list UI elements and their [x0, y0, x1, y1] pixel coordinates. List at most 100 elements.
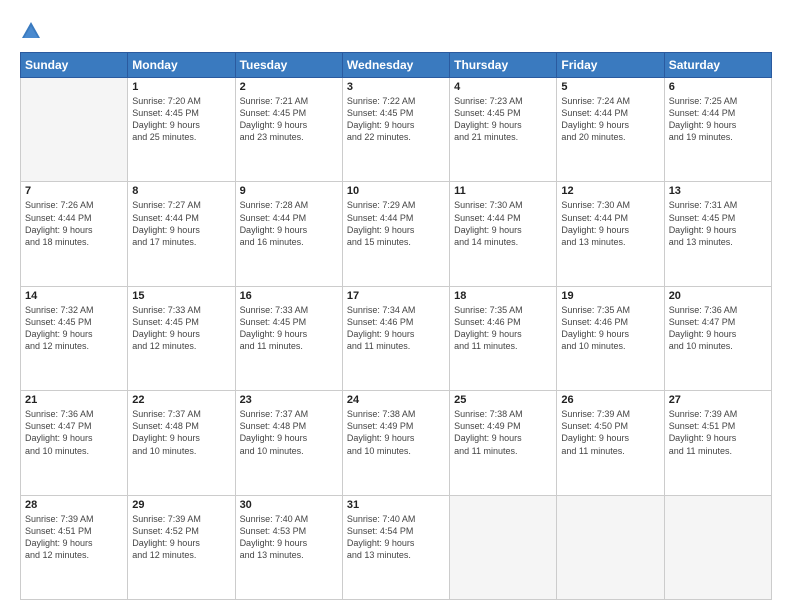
calendar-day-cell: 28 Sunrise: 7:39 AMSunset: 4:51 PMDayligh…	[21, 495, 128, 599]
day-number: 10	[347, 185, 445, 197]
day-number: 5	[561, 81, 659, 93]
day-info: Sunrise: 7:20 AMSunset: 4:45 PMDaylight:…	[132, 95, 230, 144]
day-number: 17	[347, 290, 445, 302]
calendar-day-cell: 10Sunrise: 7:29 AMSunset: 4:44 PMDayligh…	[342, 182, 449, 286]
calendar-week-row: 28 Sunrise: 7:39 AMSunset: 4:51 PMDayligh…	[21, 495, 772, 599]
day-number: 18	[454, 290, 552, 302]
day-number: 6	[669, 81, 767, 93]
calendar-week-row: 14 Sunrise: 7:32 AMSunset: 4:45 PMDayligh…	[21, 286, 772, 390]
day-number: 22	[132, 394, 230, 406]
day-info: Sunrise: 7:40 AMSunset: 4:54 PMDaylight:…	[347, 513, 445, 562]
day-number: 19	[561, 290, 659, 302]
day-number: 2	[240, 81, 338, 93]
day-number: 8	[132, 185, 230, 197]
header	[20, 18, 772, 42]
calendar-day-header: Tuesday	[235, 53, 342, 78]
day-number: 4	[454, 81, 552, 93]
day-info: Sunrise: 7:37 AMSunset: 4:48 PMDaylight:…	[240, 408, 338, 457]
calendar-day-cell: 19Sunrise: 7:35 AMSunset: 4:46 PMDayligh…	[557, 286, 664, 390]
day-info: Sunrise: 7:35 AMSunset: 4:46 PMDaylight:…	[454, 304, 552, 353]
calendar-day-cell: 24 Sunrise: 7:38 AMSunset: 4:49 PMDayligh…	[342, 391, 449, 495]
calendar-day-header: Sunday	[21, 53, 128, 78]
day-number: 30	[240, 499, 338, 511]
day-number: 27	[669, 394, 767, 406]
day-info: Sunrise: 7:26 AMSunset: 4:44 PMDaylight:…	[25, 199, 123, 248]
calendar-day-cell: 5 Sunrise: 7:24 AMSunset: 4:44 PMDaylight…	[557, 78, 664, 182]
calendar-day-header: Saturday	[664, 53, 771, 78]
calendar-day-cell: 7Sunrise: 7:26 AMSunset: 4:44 PMDaylight…	[21, 182, 128, 286]
calendar-week-row: 21 Sunrise: 7:36 AMSunset: 4:47 PMDayligh…	[21, 391, 772, 495]
calendar-day-header: Monday	[128, 53, 235, 78]
day-info: Sunrise: 7:33 AMSunset: 4:45 PMDaylight:…	[240, 304, 338, 353]
calendar-table: SundayMondayTuesdayWednesdayThursdayFrid…	[20, 52, 772, 600]
calendar-day-header: Wednesday	[342, 53, 449, 78]
calendar-day-cell: 16 Sunrise: 7:33 AMSunset: 4:45 PMDayligh…	[235, 286, 342, 390]
calendar-day-cell: 27 Sunrise: 7:39 AMSunset: 4:51 PMDayligh…	[664, 391, 771, 495]
day-number: 29	[132, 499, 230, 511]
day-number: 14	[25, 290, 123, 302]
day-number: 15	[132, 290, 230, 302]
day-info: Sunrise: 7:21 AMSunset: 4:45 PMDaylight:…	[240, 95, 338, 144]
day-info: Sunrise: 7:36 AMSunset: 4:47 PMDaylight:…	[25, 408, 123, 457]
logo	[20, 18, 46, 42]
day-info: Sunrise: 7:39 AMSunset: 4:51 PMDaylight:…	[669, 408, 767, 457]
calendar-day-cell: 14 Sunrise: 7:32 AMSunset: 4:45 PMDayligh…	[21, 286, 128, 390]
calendar-day-cell: 20Sunrise: 7:36 AMSunset: 4:47 PMDayligh…	[664, 286, 771, 390]
calendar-day-cell: 25 Sunrise: 7:38 AMSunset: 4:49 PMDayligh…	[450, 391, 557, 495]
day-info: Sunrise: 7:31 AMSunset: 4:45 PMDaylight:…	[669, 199, 767, 248]
calendar-day-cell	[557, 495, 664, 599]
calendar-week-row: 7Sunrise: 7:26 AMSunset: 4:44 PMDaylight…	[21, 182, 772, 286]
calendar-day-cell: 11 Sunrise: 7:30 AMSunset: 4:44 PMDayligh…	[450, 182, 557, 286]
calendar-day-cell: 22 Sunrise: 7:37 AMSunset: 4:48 PMDayligh…	[128, 391, 235, 495]
day-info: Sunrise: 7:39 AMSunset: 4:50 PMDaylight:…	[561, 408, 659, 457]
calendar-day-cell	[21, 78, 128, 182]
day-number: 31	[347, 499, 445, 511]
logo-icon	[20, 20, 42, 42]
day-number: 20	[669, 290, 767, 302]
calendar-day-cell: 23 Sunrise: 7:37 AMSunset: 4:48 PMDayligh…	[235, 391, 342, 495]
calendar-day-cell: 21 Sunrise: 7:36 AMSunset: 4:47 PMDayligh…	[21, 391, 128, 495]
day-info: Sunrise: 7:38 AMSunset: 4:49 PMDaylight:…	[454, 408, 552, 457]
day-number: 3	[347, 81, 445, 93]
calendar-day-cell: 9 Sunrise: 7:28 AMSunset: 4:44 PMDaylight…	[235, 182, 342, 286]
calendar-day-cell: 6 Sunrise: 7:25 AMSunset: 4:44 PMDaylight…	[664, 78, 771, 182]
calendar-day-cell: 17Sunrise: 7:34 AMSunset: 4:46 PMDayligh…	[342, 286, 449, 390]
calendar-header-row: SundayMondayTuesdayWednesdayThursdayFrid…	[21, 53, 772, 78]
calendar-day-cell: 26 Sunrise: 7:39 AMSunset: 4:50 PMDayligh…	[557, 391, 664, 495]
calendar-day-cell	[664, 495, 771, 599]
day-number: 24	[347, 394, 445, 406]
day-number: 28	[25, 499, 123, 511]
calendar-day-cell: 31 Sunrise: 7:40 AMSunset: 4:54 PMDayligh…	[342, 495, 449, 599]
calendar-day-cell: 18 Sunrise: 7:35 AMSunset: 4:46 PMDayligh…	[450, 286, 557, 390]
calendar-day-header: Thursday	[450, 53, 557, 78]
calendar-day-cell: 4Sunrise: 7:23 AMSunset: 4:45 PMDaylight…	[450, 78, 557, 182]
day-number: 13	[669, 185, 767, 197]
calendar-day-cell: 1 Sunrise: 7:20 AMSunset: 4:45 PMDaylight…	[128, 78, 235, 182]
calendar-day-cell: 3Sunrise: 7:22 AMSunset: 4:45 PMDaylight…	[342, 78, 449, 182]
day-info: Sunrise: 7:38 AMSunset: 4:49 PMDaylight:…	[347, 408, 445, 457]
day-number: 16	[240, 290, 338, 302]
day-info: Sunrise: 7:37 AMSunset: 4:48 PMDaylight:…	[132, 408, 230, 457]
calendar-day-cell: 15 Sunrise: 7:33 AMSunset: 4:45 PMDayligh…	[128, 286, 235, 390]
day-number: 21	[25, 394, 123, 406]
day-info: Sunrise: 7:24 AMSunset: 4:44 PMDaylight:…	[561, 95, 659, 144]
calendar-day-cell: 12Sunrise: 7:30 AMSunset: 4:44 PMDayligh…	[557, 182, 664, 286]
day-number: 11	[454, 185, 552, 197]
day-info: Sunrise: 7:30 AMSunset: 4:44 PMDaylight:…	[454, 199, 552, 248]
day-info: Sunrise: 7:33 AMSunset: 4:45 PMDaylight:…	[132, 304, 230, 353]
day-number: 25	[454, 394, 552, 406]
day-info: Sunrise: 7:25 AMSunset: 4:44 PMDaylight:…	[669, 95, 767, 144]
day-number: 12	[561, 185, 659, 197]
day-info: Sunrise: 7:28 AMSunset: 4:44 PMDaylight:…	[240, 199, 338, 248]
day-number: 1	[132, 81, 230, 93]
calendar-day-cell: 8Sunrise: 7:27 AMSunset: 4:44 PMDaylight…	[128, 182, 235, 286]
day-info: Sunrise: 7:39 AMSunset: 4:52 PMDaylight:…	[132, 513, 230, 562]
day-number: 23	[240, 394, 338, 406]
day-number: 9	[240, 185, 338, 197]
calendar-day-cell: 29 Sunrise: 7:39 AMSunset: 4:52 PMDayligh…	[128, 495, 235, 599]
calendar-day-cell: 2 Sunrise: 7:21 AMSunset: 4:45 PMDaylight…	[235, 78, 342, 182]
calendar-week-row: 1 Sunrise: 7:20 AMSunset: 4:45 PMDaylight…	[21, 78, 772, 182]
day-info: Sunrise: 7:32 AMSunset: 4:45 PMDaylight:…	[25, 304, 123, 353]
day-info: Sunrise: 7:39 AMSunset: 4:51 PMDaylight:…	[25, 513, 123, 562]
day-number: 26	[561, 394, 659, 406]
